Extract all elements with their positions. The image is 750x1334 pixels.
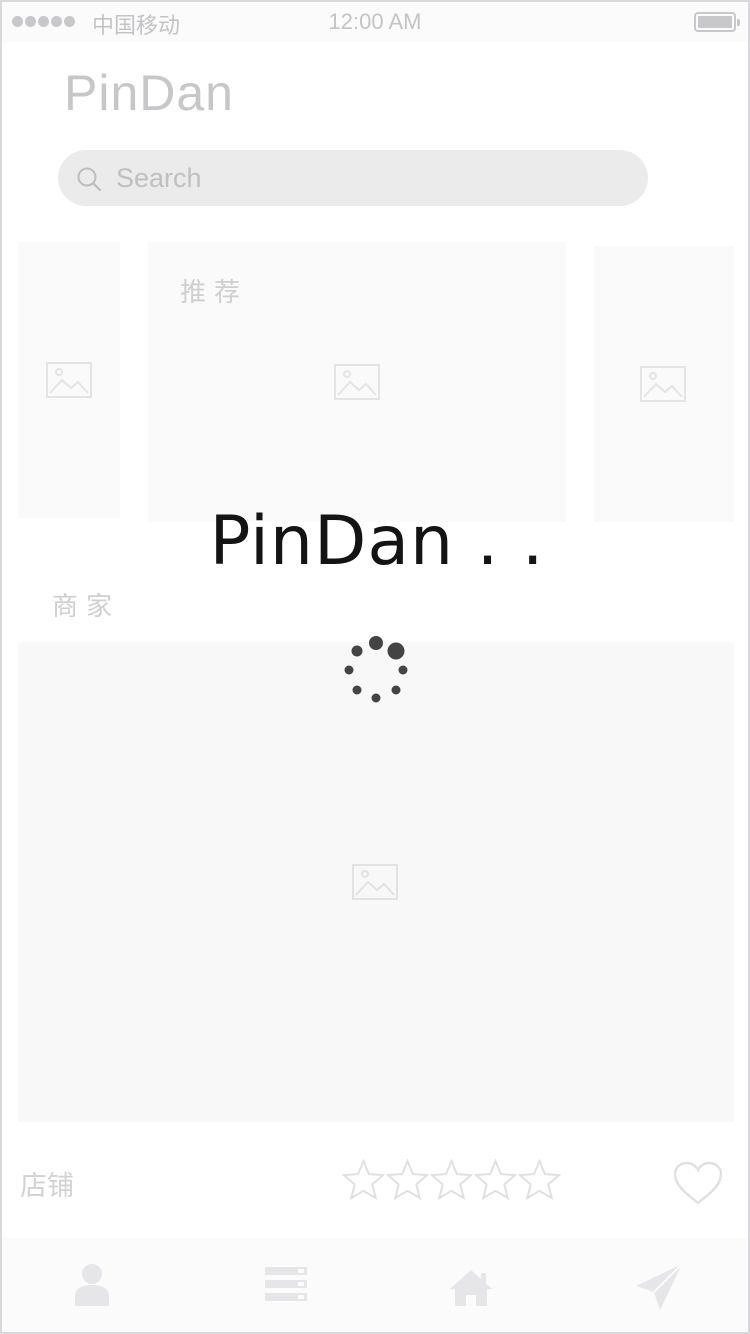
recommend-card-right[interactable] [594,246,734,522]
image-placeholder-icon [352,864,398,900]
shop-name: 店铺 [20,1171,74,1202]
paper-plane-icon[interactable] [634,1262,684,1312]
list-icon[interactable] [264,1266,308,1302]
tab-bar [2,1238,748,1332]
star-icon[interactable] [518,1158,561,1201]
recommend-label: 推荐 [180,278,249,308]
status-bar: 中国移动 12:00 AM [2,2,748,42]
loading-text: PinDan . . [209,502,545,581]
battery-icon [694,12,740,32]
image-placeholder-icon [640,366,686,402]
star-icon[interactable] [430,1158,473,1201]
recommend-card-left[interactable] [18,242,120,518]
app-screen: 中国移动 12:00 AM PinDan 推荐 [0,0,750,1334]
status-time: 12:00 AM [328,9,422,34]
heart-icon[interactable] [672,1160,724,1206]
image-placeholder-icon [46,362,92,398]
merchant-card[interactable] [18,642,734,1122]
home-icon[interactable] [448,1268,494,1308]
search-bar[interactable] [58,150,648,206]
user-icon[interactable] [72,1262,112,1306]
rating-stars[interactable] [342,1158,561,1201]
search-icon [77,167,102,192]
search-input[interactable] [116,160,616,196]
star-icon[interactable] [386,1158,429,1201]
star-icon[interactable] [342,1158,385,1201]
image-placeholder-icon [334,364,380,400]
app-title: PinDan [64,65,234,121]
merchants-label: 商家 [52,592,121,622]
spinner-icon [344,636,408,703]
star-icon[interactable] [474,1158,517,1201]
recommend-card-main[interactable]: 推荐 [148,242,566,522]
